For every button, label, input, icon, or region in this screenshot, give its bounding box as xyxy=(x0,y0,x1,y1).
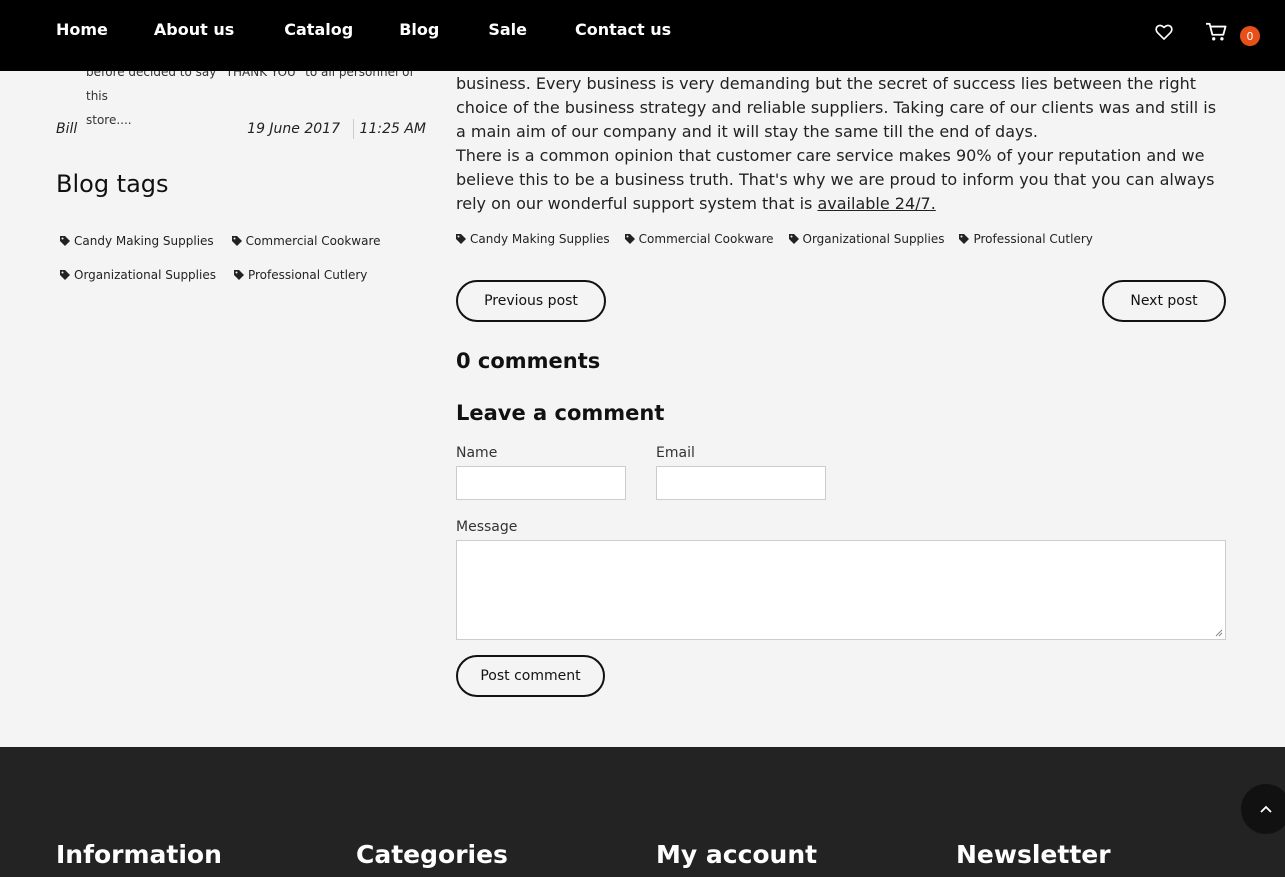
footer-heading-categories: Categories xyxy=(356,840,508,869)
name-input[interactable] xyxy=(456,466,626,500)
nav-about-us[interactable]: About us xyxy=(154,20,234,39)
review-meta: Bill 19 June 2017 11:25 AM xyxy=(56,119,426,141)
scroll-to-top-button[interactable] xyxy=(1241,784,1285,834)
post-tag-label: Candy Making Supplies xyxy=(470,232,610,246)
top-navigation-bar: Home About us Catalog Blog Sale Contact … xyxy=(0,0,1285,71)
tag-icon xyxy=(60,236,70,246)
post-tag-label: Commercial Cookware xyxy=(638,232,774,246)
tag-icon xyxy=(231,236,242,246)
email-label: Email xyxy=(656,445,695,461)
resize-handle-icon[interactable] xyxy=(1215,629,1223,637)
footer-heading-newsletter: Newsletter xyxy=(956,840,1111,869)
review-author: Bill xyxy=(56,121,78,137)
article-paragraph: business. Every business is very demandi… xyxy=(456,74,1217,141)
tag-icon xyxy=(624,234,635,244)
header-icons: 0 xyxy=(1154,22,1260,46)
nav-catalog[interactable]: Catalog xyxy=(284,20,353,39)
chevron-up-icon xyxy=(1260,805,1272,813)
wishlist-heart-icon[interactable] xyxy=(1154,22,1174,42)
nav-blog[interactable]: Blog xyxy=(399,20,439,39)
blog-tag-link[interactable]: Professional Cutlery xyxy=(233,268,368,282)
blog-tag-label: Candy Making Supplies xyxy=(74,234,214,248)
post-tag-link[interactable]: Organizational Supplies xyxy=(788,232,945,246)
previous-post-button[interactable]: Previous post xyxy=(456,280,606,322)
footer-heading-my-account: My account xyxy=(656,840,818,869)
tag-icon xyxy=(456,234,466,244)
blog-tags-list: Candy Making Supplies Commercial Cookwar… xyxy=(60,224,430,292)
blog-tag-label: Commercial Cookware xyxy=(245,234,381,248)
post-comment-button[interactable]: Post comment xyxy=(456,655,605,697)
post-tag-link[interactable]: Professional Cutlery xyxy=(959,232,1093,246)
divider xyxy=(353,119,354,139)
support-link[interactable]: available 24/7. xyxy=(817,194,935,213)
blog-tag-link[interactable]: Commercial Cookware xyxy=(231,234,381,248)
comments-count: 0 comments xyxy=(456,349,601,373)
leave-comment-heading: Leave a comment xyxy=(456,401,665,425)
main-nav: Home About us Catalog Blog Sale Contact … xyxy=(56,20,717,39)
nav-sale[interactable]: Sale xyxy=(488,20,527,39)
tag-icon xyxy=(233,270,244,280)
cart-count-badge: 0 xyxy=(1240,26,1260,46)
nav-home[interactable]: Home xyxy=(56,20,108,39)
tag-icon xyxy=(60,270,70,280)
message-label: Message xyxy=(456,519,518,535)
review-time: 11:25 AM xyxy=(359,121,426,137)
email-input[interactable] xyxy=(656,466,826,500)
blog-tag-label: Professional Cutlery xyxy=(247,268,368,282)
review-date: 19 June 2017 xyxy=(247,121,340,137)
footer: Information Categories My account Newsle… xyxy=(0,747,1285,877)
tag-icon xyxy=(959,234,970,244)
next-post-button[interactable]: Next post xyxy=(1102,280,1226,322)
article-body: business. Every business is very demandi… xyxy=(456,48,1226,216)
post-tag-label: Organizational Supplies xyxy=(802,232,945,246)
article-paragraph: There is a common opinion that customer … xyxy=(456,144,1226,216)
cart-button[interactable]: 0 xyxy=(1205,22,1260,46)
blog-tag-link[interactable]: Organizational Supplies xyxy=(60,268,216,282)
post-tag-label: Professional Cutlery xyxy=(973,232,1093,246)
post-tag-link[interactable]: Candy Making Supplies xyxy=(456,232,610,246)
blog-tag-link[interactable]: Candy Making Supplies xyxy=(60,234,214,248)
blog-tags-heading: Blog tags xyxy=(56,170,169,198)
footer-heading-information: Information xyxy=(56,840,222,869)
tag-icon xyxy=(788,234,799,244)
name-label: Name xyxy=(456,445,498,461)
post-tags-list: Candy Making Supplies Commercial Cookwar… xyxy=(456,232,1108,246)
nav-contact-us[interactable]: Contact us xyxy=(575,20,671,39)
post-tag-link[interactable]: Commercial Cookware xyxy=(624,232,774,246)
blog-tag-label: Organizational Supplies xyxy=(74,268,216,282)
cart-icon xyxy=(1206,22,1227,41)
message-textarea[interactable] xyxy=(456,540,1226,640)
